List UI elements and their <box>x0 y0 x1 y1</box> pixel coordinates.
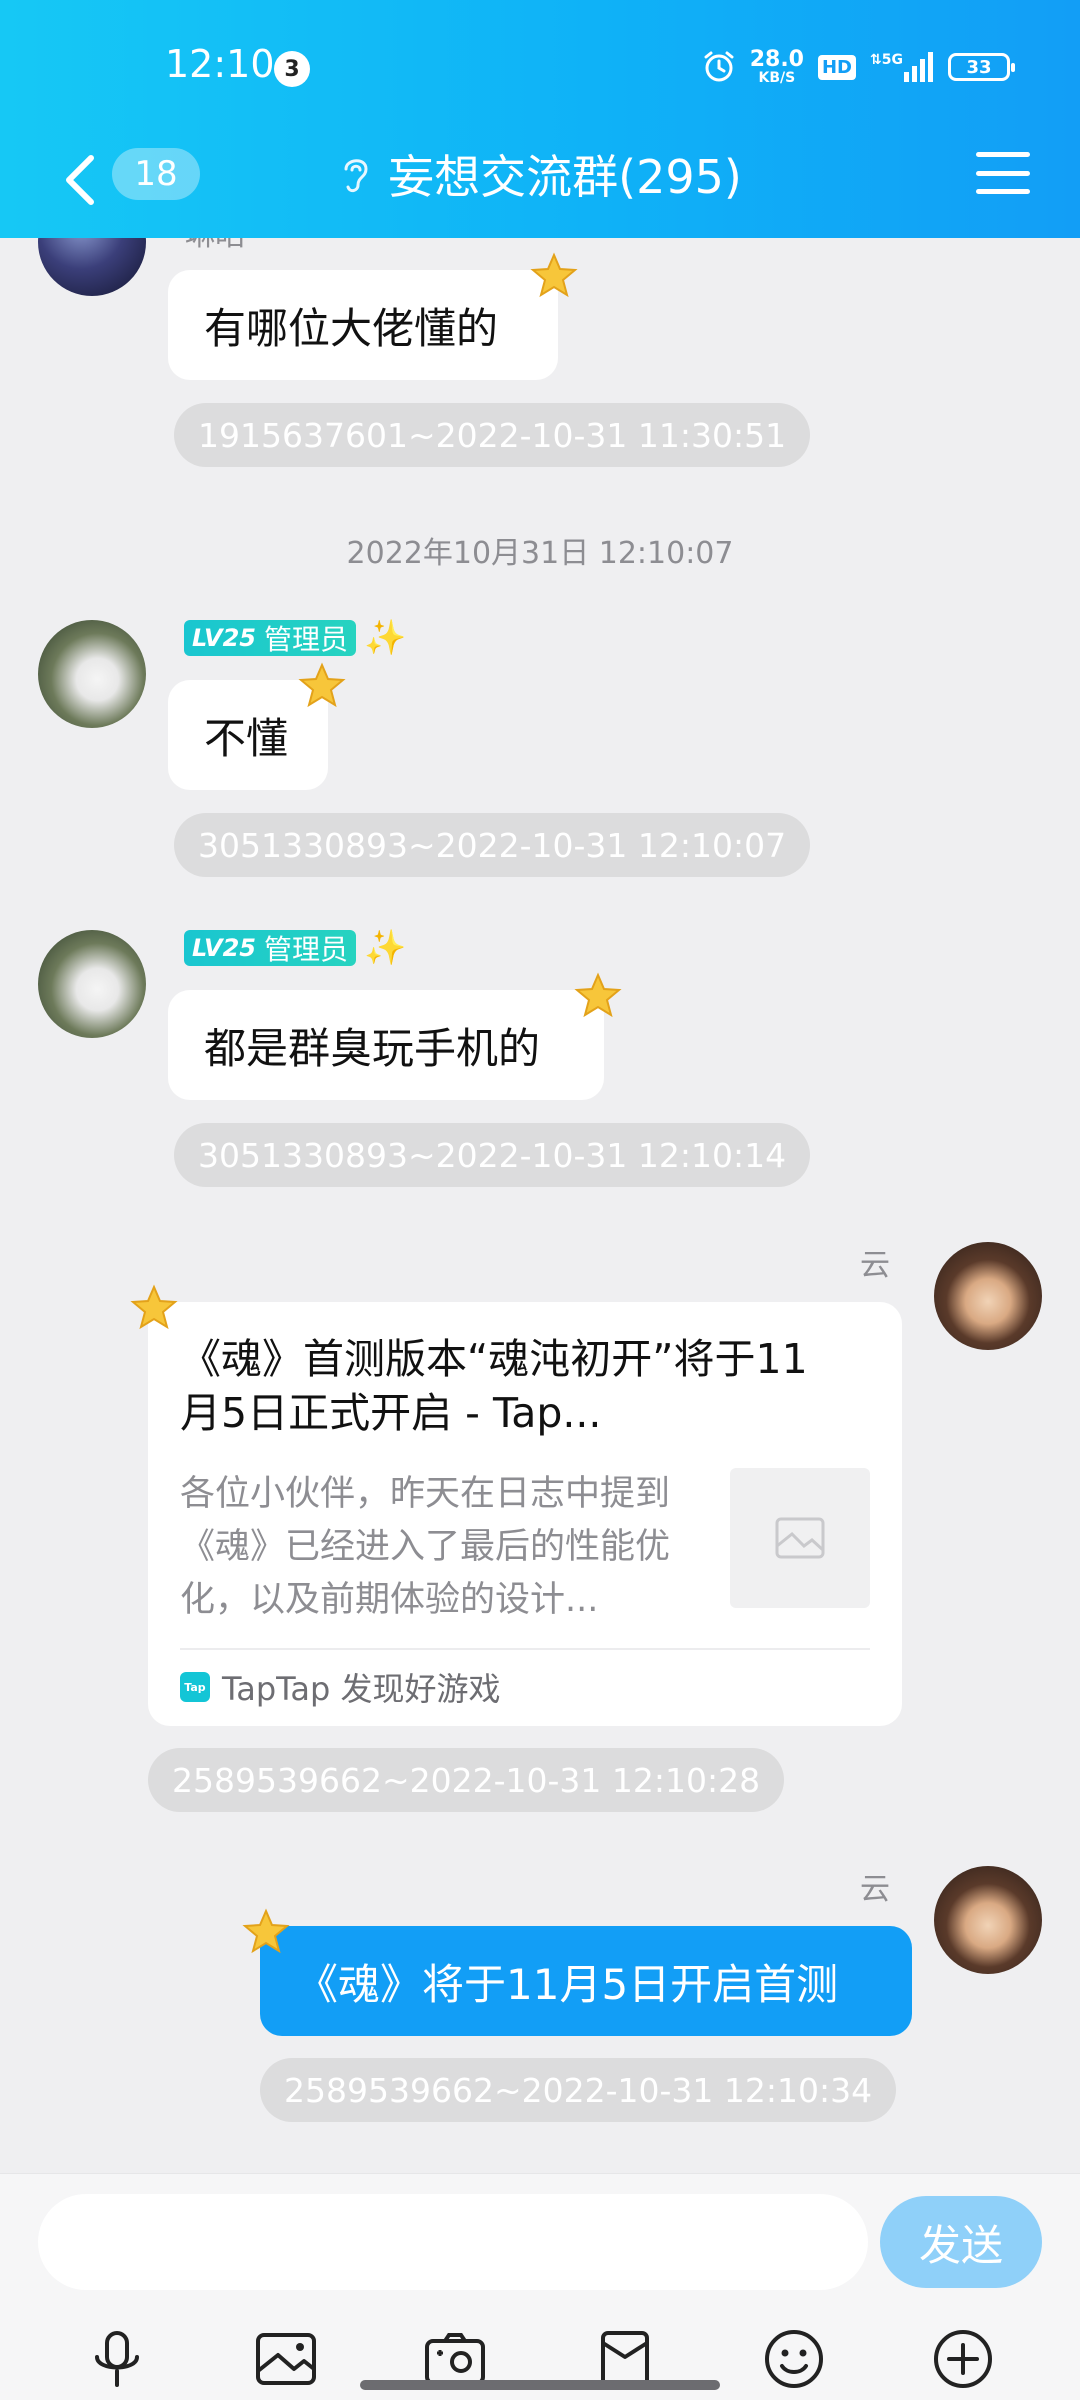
sender-id-timestamp: 3051330893~2022-10-31 12:10:07 <box>174 813 811 877</box>
svg-text:⇅5G: ⇅5G <box>870 52 903 68</box>
member-badge: LV25 管理员 ✨ <box>184 618 406 658</box>
link-card[interactable]: 《魂》首测版本“魂沌初开”将于11月5日正式开启 - Tap... 各位小伙伴，… <box>148 1302 902 1726</box>
message-bubble[interactable]: 有哪位大佬懂的 <box>168 270 558 380</box>
hd-icon: HD <box>817 54 856 80</box>
card-description: 各位小伙伴，昨天在日志中提到《魂》已经进入了最后的性能优化，以及前期体验的设计.… <box>180 1474 671 1620</box>
card-source: Tap TapTap 发现好游戏 <box>180 1664 501 1710</box>
group-title-area[interactable]: 妄想交流群(295) <box>0 142 1080 206</box>
card-thumbnail <box>730 1468 870 1608</box>
sender-id-timestamp: 3051330893~2022-10-31 12:10:14 <box>174 1123 811 1187</box>
group-title: 妄想交流群(295) <box>388 150 742 204</box>
system-timestamp: 2022年10月31日 12:10:07 <box>346 536 734 571</box>
signal-5g-icon: ⇅5G <box>870 52 933 82</box>
emoji-icon <box>764 2330 823 2388</box>
status-icons: 28.0 KB/S HD ⇅5G 33 <box>702 44 1015 90</box>
message-input[interactable] <box>38 2194 868 2290</box>
network-speed: 28.0 KB/S <box>749 47 804 86</box>
sender-name: 琳昭 <box>185 238 245 254</box>
ear-icon <box>344 159 368 193</box>
star-icon <box>242 1908 290 1954</box>
star-icon <box>130 1284 178 1330</box>
level-badge: LV25 管理员 <box>184 930 356 966</box>
star-icon <box>298 662 346 708</box>
input-area: 发送 <box>0 2173 1080 2400</box>
home-indicator[interactable] <box>360 2380 720 2390</box>
avatar[interactable] <box>38 238 146 296</box>
menu-line <box>976 170 1030 176</box>
nav-bar: 18 妄想交流群(295) <box>0 130 1080 238</box>
sparkle-icon: ✨ <box>363 928 407 968</box>
card-title: 《魂》首测版本“魂沌初开”将于11月5日正式开启 - Tap... <box>180 1335 808 1437</box>
star-icon <box>530 252 578 298</box>
alarm-icon <box>704 51 734 82</box>
avatar[interactable] <box>934 1866 1042 1974</box>
menu-button[interactable] <box>976 146 1030 200</box>
battery-icon: 33 <box>948 53 1015 81</box>
menu-line <box>976 189 1030 194</box>
send-button[interactable]: 发送 <box>880 2196 1042 2288</box>
message-text: 有哪位大佬懂的 <box>204 303 499 353</box>
menu-line <box>976 152 1030 157</box>
message-bubble[interactable]: 《魂》将于11月5日开启首测 <box>260 1926 912 2036</box>
sender-id-timestamp: 2589539662~2022-10-31 12:10:28 <box>148 1748 785 1812</box>
sender-name: 云 <box>860 1872 890 1907</box>
message-text: 都是群臭玩手机的 <box>204 1023 541 1073</box>
star-icon <box>574 972 622 1018</box>
more-button[interactable] <box>928 2324 998 2394</box>
message-text: 不懂 <box>204 713 289 763</box>
notification-count-badge: 3 <box>274 51 310 87</box>
status-time: 12:10 <box>165 42 275 86</box>
plus-icon <box>934 2330 993 2388</box>
taptap-logo-icon: Tap <box>180 1672 210 1702</box>
avatar[interactable] <box>38 620 146 728</box>
sender-name: 云 <box>860 1248 890 1283</box>
level-badge: LV25 管理员 <box>184 620 356 656</box>
avatar[interactable] <box>38 930 146 1038</box>
chat-area[interactable]: 琳昭 有哪位大佬懂的 1915637601~2022-10-31 11:30:5… <box>0 238 1080 2173</box>
card-source-label: TapTap 发现好游戏 <box>222 1670 501 1708</box>
camera-icon <box>425 2333 486 2385</box>
image-icon <box>255 2333 316 2385</box>
message-bubble[interactable]: 都是群臭玩手机的 <box>168 990 604 1100</box>
image-placeholder-icon <box>775 1517 825 1559</box>
image-button[interactable] <box>251 2324 321 2394</box>
message-text: 《魂》将于11月5日开启首测 <box>296 1959 839 2009</box>
sender-id-timestamp: 2589539662~2022-10-31 12:10:34 <box>260 2058 897 2122</box>
voice-button[interactable] <box>82 2324 152 2394</box>
microphone-icon <box>94 2331 139 2387</box>
emoji-button[interactable] <box>759 2324 829 2394</box>
sender-id-timestamp: 1915637601~2022-10-31 11:30:51 <box>174 403 811 467</box>
member-badge: LV25 管理员 ✨ <box>184 928 406 968</box>
avatar[interactable] <box>934 1242 1042 1350</box>
card-divider <box>180 1648 870 1650</box>
sparkle-icon: ✨ <box>363 618 407 658</box>
header: 12:10 3 28.0 KB/S HD ⇅5G 33 18 妄想交流群(295… <box>0 0 1080 238</box>
status-bar: 12:10 3 28.0 KB/S HD ⇅5G 33 <box>0 0 1080 130</box>
